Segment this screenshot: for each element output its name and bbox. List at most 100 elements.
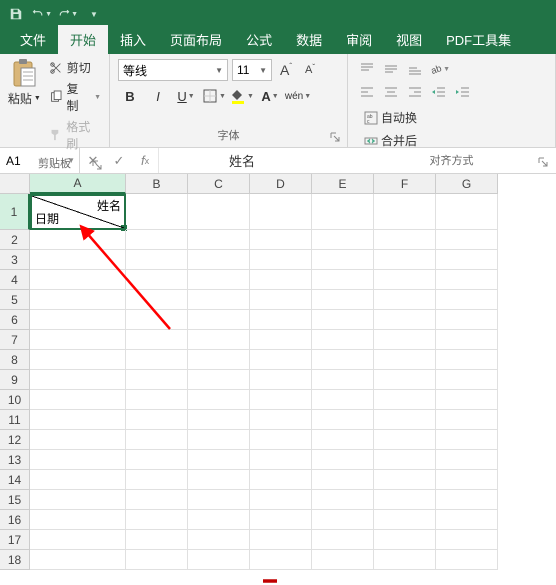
decrease-indent-button[interactable] <box>428 82 450 102</box>
cell[interactable] <box>30 490 126 510</box>
cell[interactable] <box>250 390 312 410</box>
cell[interactable] <box>374 490 436 510</box>
align-center-button[interactable] <box>380 82 402 102</box>
row-header[interactable]: 11 <box>0 410 30 430</box>
cell[interactable] <box>250 450 312 470</box>
orientation-button[interactable]: ab▼ <box>428 59 450 79</box>
cell[interactable] <box>374 510 436 530</box>
cell[interactable] <box>30 390 126 410</box>
cell[interactable] <box>188 330 250 350</box>
column-header[interactable]: B <box>126 174 188 194</box>
cell[interactable] <box>436 410 498 430</box>
cell[interactable] <box>312 310 374 330</box>
cell[interactable] <box>250 410 312 430</box>
undo-button[interactable]: ▼ <box>32 4 52 24</box>
cell[interactable] <box>126 250 188 270</box>
cell[interactable] <box>188 510 250 530</box>
cell[interactable] <box>374 450 436 470</box>
cell[interactable] <box>436 194 498 230</box>
italic-button[interactable]: I <box>146 85 170 107</box>
cell[interactable] <box>188 470 250 490</box>
cell[interactable] <box>188 270 250 290</box>
column-header[interactable]: G <box>436 174 498 194</box>
cell[interactable] <box>126 410 188 430</box>
tab-data[interactable]: 数据 <box>284 25 334 54</box>
cell[interactable] <box>188 250 250 270</box>
cell[interactable] <box>126 194 188 230</box>
row-header[interactable]: 13 <box>0 450 30 470</box>
column-header[interactable]: A <box>30 174 126 194</box>
row-header[interactable]: 3 <box>0 250 30 270</box>
tab-layout[interactable]: 页面布局 <box>158 25 234 54</box>
column-header[interactable]: C <box>188 174 250 194</box>
cell[interactable] <box>188 290 250 310</box>
tab-file[interactable]: 文件 <box>8 25 58 54</box>
shrink-font-button[interactable]: Aˇ <box>300 59 320 81</box>
cell[interactable] <box>374 550 436 570</box>
cell[interactable] <box>126 230 188 250</box>
wrap-text-button[interactable]: abc 自动换 <box>362 108 419 127</box>
cell[interactable] <box>30 550 126 570</box>
row-header[interactable]: 8 <box>0 350 30 370</box>
row-header[interactable]: 17 <box>0 530 30 550</box>
cell[interactable] <box>312 550 374 570</box>
cell[interactable] <box>436 230 498 250</box>
cell[interactable] <box>30 230 126 250</box>
cell[interactable] <box>436 490 498 510</box>
cell[interactable] <box>374 410 436 430</box>
align-middle-button[interactable] <box>380 59 402 79</box>
font-size-combo[interactable]: 11▼ <box>232 59 272 81</box>
cell[interactable] <box>30 290 126 310</box>
cell[interactable] <box>312 270 374 290</box>
cell[interactable] <box>188 370 250 390</box>
cell[interactable] <box>250 350 312 370</box>
cell[interactable] <box>126 450 188 470</box>
cell[interactable] <box>250 510 312 530</box>
cell[interactable] <box>30 430 126 450</box>
row-header[interactable]: 15 <box>0 490 30 510</box>
row-header[interactable]: 18 <box>0 550 30 570</box>
cell[interactable] <box>126 430 188 450</box>
cell[interactable] <box>188 390 250 410</box>
cell[interactable] <box>312 194 374 230</box>
cell[interactable] <box>250 250 312 270</box>
column-header[interactable]: E <box>312 174 374 194</box>
cell[interactable] <box>250 490 312 510</box>
cell[interactable] <box>374 270 436 290</box>
align-left-button[interactable] <box>356 82 378 102</box>
cell[interactable] <box>188 530 250 550</box>
cell[interactable] <box>250 470 312 490</box>
column-header[interactable]: D <box>250 174 312 194</box>
row-header[interactable]: 9 <box>0 370 30 390</box>
cell[interactable] <box>126 330 188 350</box>
cell[interactable] <box>374 350 436 370</box>
cell[interactable] <box>436 270 498 290</box>
align-bottom-button[interactable] <box>404 59 426 79</box>
name-box[interactable]: A1 ▼ <box>0 148 80 173</box>
cell[interactable] <box>188 430 250 450</box>
cell[interactable] <box>436 530 498 550</box>
cell[interactable] <box>188 550 250 570</box>
redo-button[interactable]: ▼ <box>58 4 78 24</box>
cell[interactable] <box>30 250 126 270</box>
cell[interactable] <box>436 470 498 490</box>
cell[interactable] <box>250 370 312 390</box>
row-header[interactable]: 14 <box>0 470 30 490</box>
font-launcher-icon[interactable] <box>329 131 341 143</box>
row-header[interactable]: 6 <box>0 310 30 330</box>
cell[interactable] <box>374 430 436 450</box>
cell[interactable] <box>126 530 188 550</box>
bold-button[interactable]: B <box>118 85 142 107</box>
spreadsheet-grid[interactable]: ABCDEFG 123456789101112131415161718 姓名日期 <box>0 174 556 585</box>
cell[interactable] <box>250 550 312 570</box>
accept-formula-button[interactable]: ✓ <box>106 153 132 169</box>
select-all-corner[interactable] <box>0 174 30 194</box>
save-button[interactable] <box>6 4 26 24</box>
grow-font-button[interactable]: Aˆ <box>276 59 296 81</box>
cell[interactable] <box>250 430 312 450</box>
cell[interactable] <box>436 250 498 270</box>
cell[interactable] <box>312 250 374 270</box>
cell[interactable] <box>436 310 498 330</box>
cell[interactable] <box>188 230 250 250</box>
cell[interactable] <box>126 470 188 490</box>
